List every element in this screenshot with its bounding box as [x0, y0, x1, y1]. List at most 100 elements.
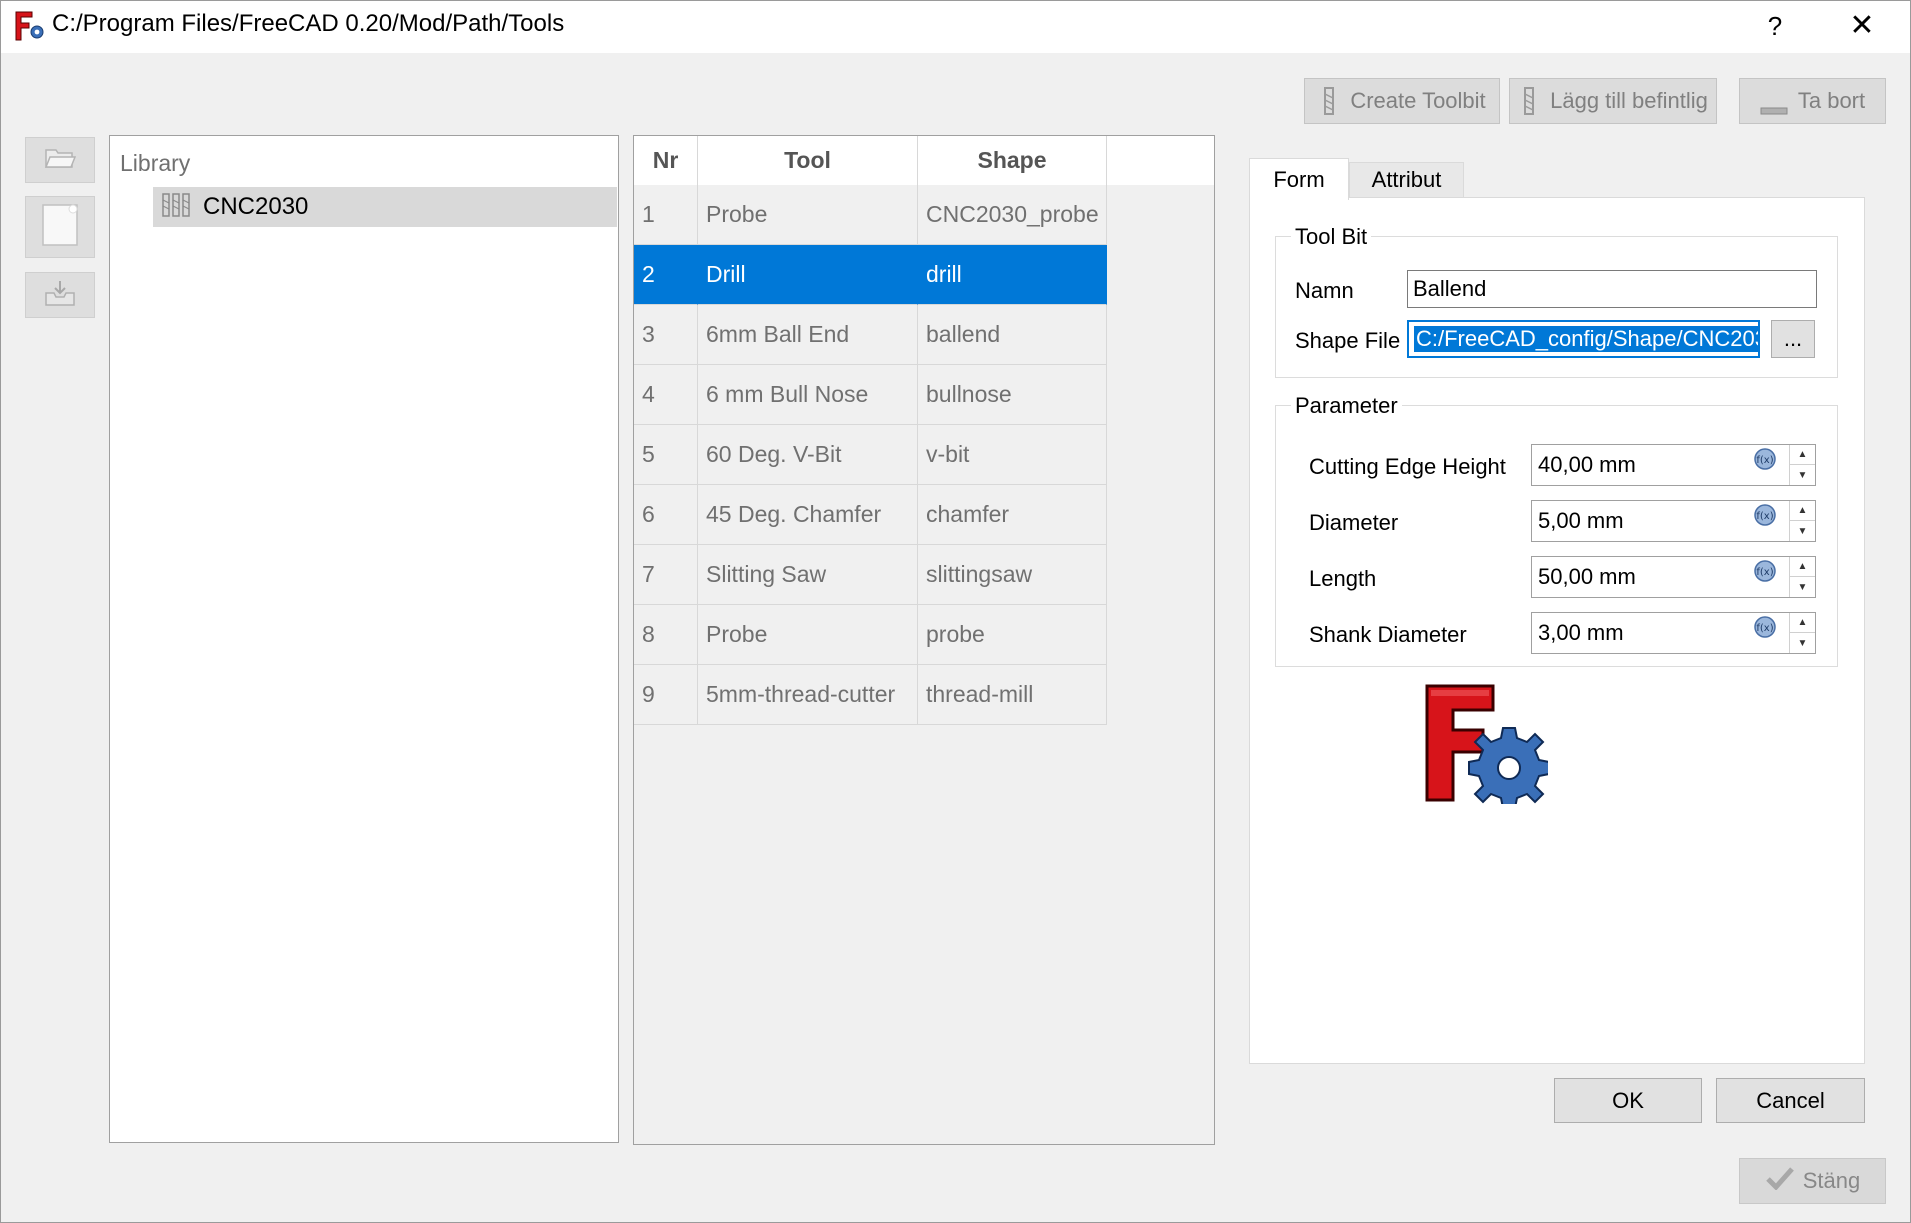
- tab-form[interactable]: Form: [1249, 158, 1349, 200]
- svg-text:f(x): f(x): [1756, 455, 1773, 466]
- cell-shape[interactable]: thread-mill: [918, 665, 1107, 725]
- cell-shape[interactable]: v-bit: [918, 425, 1107, 485]
- table-row[interactable]: 8 Probe probe: [634, 605, 1107, 665]
- close-window-button[interactable]: ✕: [1842, 6, 1882, 46]
- expression-icon[interactable]: f(x): [1753, 615, 1777, 639]
- column-header-shape[interactable]: Shape: [918, 136, 1107, 185]
- library-item-cnc2030[interactable]: CNC2030: [153, 187, 617, 227]
- table-row[interactable]: 5 60 Deg. V-Bit v-bit: [634, 425, 1107, 485]
- table-row[interactable]: 3 6mm Ball End ballend: [634, 305, 1107, 365]
- spin-up-icon[interactable]: ▲: [1790, 613, 1815, 633]
- spin-up-icon[interactable]: ▲: [1790, 445, 1815, 465]
- diameter-label: Diameter: [1309, 510, 1399, 535]
- spin-down-icon[interactable]: ▼: [1790, 521, 1815, 541]
- spin-down-icon[interactable]: ▼: [1790, 633, 1815, 653]
- cell-shape[interactable]: bullnose: [918, 365, 1107, 425]
- svg-text:f(x): f(x): [1756, 567, 1773, 578]
- cell-shape[interactable]: drill: [918, 245, 1107, 305]
- help-button[interactable]: ?: [1755, 6, 1795, 46]
- freecad-logo-icon: [1423, 682, 1550, 809]
- cell-shape[interactable]: slittingsaw: [918, 545, 1107, 605]
- tab-attribute[interactable]: Attribut: [1349, 162, 1464, 198]
- cell-nr[interactable]: 6: [634, 485, 698, 545]
- cell-nr[interactable]: 5: [634, 425, 698, 485]
- spin-up-icon[interactable]: ▲: [1790, 501, 1815, 521]
- length-spinbox[interactable]: 50,00 mm f(x) ▲ ▼: [1531, 556, 1816, 598]
- cutting-edge-height-label: Cutting Edge Height: [1309, 454, 1506, 479]
- shank-diameter-spinbox[interactable]: 3,00 mm f(x) ▲ ▼: [1531, 612, 1816, 654]
- cutting-edge-height-spinbox[interactable]: 40,00 mm f(x) ▲ ▼: [1531, 444, 1816, 486]
- create-toolbit-button[interactable]: Create Toolbit: [1304, 78, 1500, 124]
- title-bar: C:/Program Files/FreeCAD 0.20/Mod/Path/T…: [0, 0, 1911, 53]
- save-icon: [44, 279, 76, 312]
- browse-shape-button[interactable]: ...: [1771, 320, 1815, 358]
- name-label: Namn: [1295, 278, 1354, 303]
- open-library-button[interactable]: [25, 137, 95, 183]
- cell-nr[interactable]: 2: [634, 245, 698, 305]
- diameter-spinbox[interactable]: 5,00 mm f(x) ▲ ▼: [1531, 500, 1816, 542]
- table-row[interactable]: 6 45 Deg. Chamfer chamfer: [634, 485, 1107, 545]
- cell-tool[interactable]: 6mm Ball End: [698, 305, 918, 365]
- table-row[interactable]: 7 Slitting Saw slittingsaw: [634, 545, 1107, 605]
- table-header: Nr Tool Shape: [634, 136, 1214, 185]
- column-header-nr[interactable]: Nr: [634, 136, 698, 185]
- spin-up-icon[interactable]: ▲: [1790, 557, 1815, 577]
- cell-nr[interactable]: 3: [634, 305, 698, 365]
- cell-tool[interactable]: Probe: [698, 605, 918, 665]
- column-header-tool[interactable]: Tool: [698, 136, 918, 185]
- diameter-value: 5,00 mm: [1538, 508, 1624, 533]
- parameter-group-title: Parameter: [1291, 393, 1402, 419]
- freecad-logo-icon: [14, 10, 46, 42]
- expression-icon[interactable]: f(x): [1753, 503, 1777, 527]
- library-header: Library: [120, 150, 191, 176]
- checkmark-icon: [1765, 1166, 1795, 1196]
- length-value: 50,00 mm: [1538, 564, 1636, 589]
- cell-tool[interactable]: 5mm-thread-cutter: [698, 665, 918, 725]
- cell-shape[interactable]: probe: [918, 605, 1107, 665]
- svg-text:f(x): f(x): [1756, 623, 1773, 634]
- expression-icon[interactable]: f(x): [1753, 559, 1777, 583]
- cell-tool[interactable]: Probe: [698, 185, 918, 245]
- close-button[interactable]: Stäng: [1739, 1158, 1886, 1204]
- spin-arrows: ▲ ▼: [1789, 557, 1815, 597]
- library-item-label: CNC2030: [203, 193, 309, 220]
- table-row[interactable]: 2 Drill drill: [634, 245, 1107, 305]
- name-input[interactable]: Ballend: [1407, 270, 1817, 308]
- cell-shape[interactable]: CNC2030_probe: [918, 185, 1107, 245]
- cell-tool[interactable]: Drill: [698, 245, 918, 305]
- shape-file-input[interactable]: C:/FreeCAD_config/Shape/CNC2030: [1407, 320, 1760, 358]
- cell-nr[interactable]: 9: [634, 665, 698, 725]
- table-row[interactable]: 9 5mm-thread-cutter thread-mill: [634, 665, 1107, 725]
- new-library-button[interactable]: [25, 196, 95, 258]
- spin-arrows: ▲ ▼: [1789, 501, 1815, 541]
- table-row[interactable]: 1 Probe CNC2030_probe: [634, 185, 1107, 245]
- new-file-icon: [41, 203, 79, 252]
- table-row[interactable]: 46 mm Bull Nose bullnose: [634, 365, 1107, 425]
- shank-diameter-value: 3,00 mm: [1538, 620, 1624, 645]
- minus-icon: [1760, 96, 1788, 115]
- spin-down-icon[interactable]: ▼: [1790, 465, 1815, 485]
- cell-shape[interactable]: ballend: [918, 305, 1107, 365]
- save-library-button[interactable]: [25, 272, 95, 318]
- expression-icon[interactable]: f(x): [1753, 447, 1777, 471]
- add-existing-button[interactable]: Lägg till befintlig: [1509, 78, 1717, 124]
- cancel-button[interactable]: Cancel: [1716, 1078, 1865, 1123]
- cell-tool[interactable]: 45 Deg. Chamfer: [698, 485, 918, 545]
- cell-nr[interactable]: 7: [634, 545, 698, 605]
- spin-down-icon[interactable]: ▼: [1790, 577, 1815, 597]
- cell-tool[interactable]: 6 mm Bull Nose: [698, 365, 918, 425]
- length-label: Length: [1309, 566, 1377, 591]
- spin-arrows: ▲ ▼: [1789, 445, 1815, 485]
- ok-button[interactable]: OK: [1554, 1078, 1702, 1123]
- cell-shape[interactable]: chamfer: [918, 485, 1107, 545]
- cell-tool[interactable]: 60 Deg. V-Bit: [698, 425, 918, 485]
- cell-nr[interactable]: 1: [634, 185, 698, 245]
- toolbit-library-icon: [161, 192, 193, 223]
- shape-file-value: C:/FreeCAD_config/Shape/CNC2030: [1414, 326, 1758, 352]
- close-button-label: Stäng: [1802, 1168, 1861, 1193]
- cell-tool[interactable]: Slitting Saw: [698, 545, 918, 605]
- create-toolbit-label: Create Toolbit: [1350, 88, 1486, 113]
- cell-nr[interactable]: 4: [634, 365, 698, 425]
- remove-button[interactable]: Ta bort: [1739, 78, 1886, 124]
- cell-nr[interactable]: 8: [634, 605, 698, 665]
